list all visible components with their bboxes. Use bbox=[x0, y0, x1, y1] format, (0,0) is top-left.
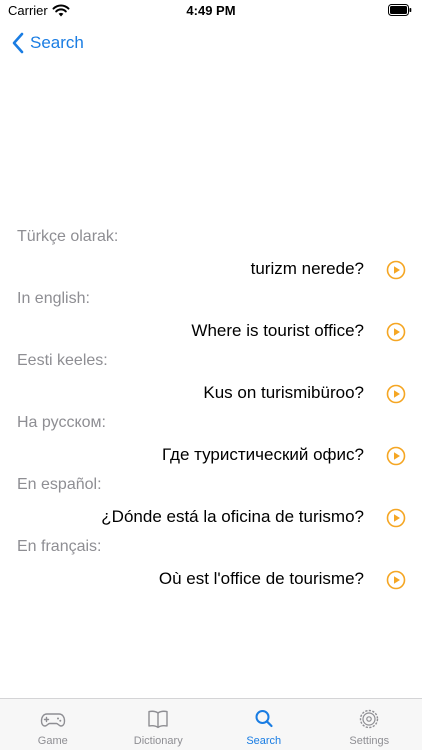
phrase-row: Where is tourist office? bbox=[0, 320, 422, 344]
back-button[interactable]: Search bbox=[12, 32, 84, 54]
phrase-list: Türkçe olarak: turizm nerede? In english… bbox=[0, 224, 422, 596]
tab-label: Settings bbox=[349, 735, 390, 747]
tab-settings[interactable]: Settings bbox=[317, 699, 422, 750]
play-icon[interactable] bbox=[386, 322, 406, 342]
phrase-row: Où est l'office de tourisme? bbox=[0, 568, 422, 592]
book-icon bbox=[148, 710, 168, 729]
phrase-item-english: In english: Where is tourist office? bbox=[0, 286, 422, 348]
tab-game[interactable]: Game bbox=[0, 699, 106, 750]
battery-icon bbox=[388, 4, 412, 16]
phrase-row: Где туристический офис? bbox=[0, 444, 422, 468]
phrase-text: turizm nerede? bbox=[250, 259, 364, 278]
language-label: En español: bbox=[17, 476, 102, 493]
search-icon bbox=[255, 710, 273, 728]
tab-bar: Game Dictionary Search Settings bbox=[0, 698, 422, 750]
language-label: En français: bbox=[17, 538, 102, 555]
phrase-item-estonian: Eesti keeles: Kus on turismibüroo? bbox=[0, 348, 422, 410]
phrase-item-russian: На русском: Где туристический офис? bbox=[0, 410, 422, 472]
status-time: 4:49 PM bbox=[186, 3, 236, 18]
language-label: На русском: bbox=[17, 414, 106, 431]
phrase-text: Where is tourist office? bbox=[191, 321, 364, 340]
play-icon[interactable] bbox=[386, 446, 406, 466]
phrase-text: Где туристический офис? bbox=[161, 445, 364, 464]
phrase-item-french: En français: Où est l'office de tourisme… bbox=[0, 534, 422, 596]
phrase-text: ¿Dónde está la oficina de turismo? bbox=[101, 507, 364, 526]
play-icon[interactable] bbox=[386, 508, 406, 528]
phrase-row: ¿Dónde está la oficina de turismo? bbox=[0, 506, 422, 530]
play-icon[interactable] bbox=[386, 384, 406, 404]
phrase-row: turizm nerede? bbox=[0, 258, 422, 282]
tab-search[interactable]: Search bbox=[211, 699, 317, 750]
status-bar: Carrier 4:49 PM bbox=[0, 0, 422, 22]
language-label: In english: bbox=[17, 290, 90, 307]
language-label: Türkçe olarak: bbox=[17, 228, 119, 245]
phrase-text: Kus on turismibüroo? bbox=[203, 383, 364, 402]
tab-label: Dictionary bbox=[133, 735, 183, 747]
tab-dictionary[interactable]: Dictionary bbox=[106, 699, 212, 750]
tab-label: Search bbox=[246, 735, 282, 747]
play-icon[interactable] bbox=[386, 260, 406, 280]
tab-label: Game bbox=[37, 735, 68, 747]
language-label: Eesti keeles: bbox=[17, 352, 108, 369]
phrase-text: Où est l'office de tourisme? bbox=[158, 569, 364, 588]
play-icon[interactable] bbox=[386, 570, 406, 590]
back-label: Search bbox=[30, 33, 84, 52]
phrase-row: Kus on turismibüroo? bbox=[0, 382, 422, 406]
gear-icon bbox=[360, 709, 379, 729]
chevron-left-icon bbox=[12, 32, 24, 54]
phrase-item-spanish: En español: ¿Dónde está la oficina de tu… bbox=[0, 472, 422, 534]
gamepad-icon bbox=[40, 713, 65, 727]
phrase-item-turkish: Türkçe olarak: turizm nerede? bbox=[0, 224, 422, 286]
